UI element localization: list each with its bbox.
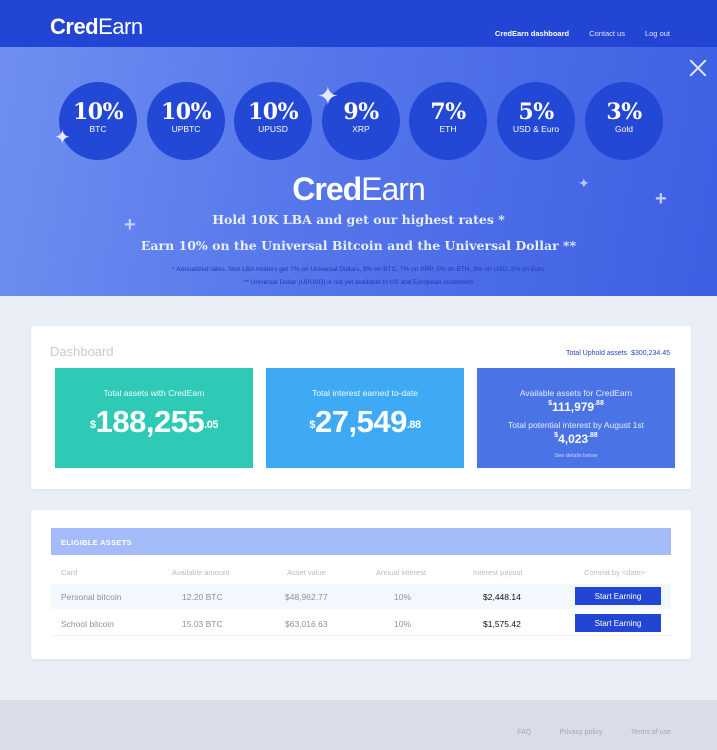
rate-percent: 10% [160, 99, 212, 125]
rate-percent: 10% [72, 99, 124, 125]
rate-circle-usd-euro: 5% USD & Euro [497, 82, 575, 160]
rate-asset: Gold [615, 124, 633, 134]
footer-link-terms[interactable]: Terms of use [631, 729, 671, 736]
rate-asset: ETH [439, 124, 457, 134]
column-header-commit-by: Commit by <date> [584, 568, 646, 577]
amount-cents: .88 [588, 432, 598, 439]
cell-payout: $2,448.14 [483, 592, 521, 602]
footer-link-faq[interactable]: FAQ [517, 729, 531, 736]
rate-circle-eth: 7% ETH [409, 82, 487, 160]
nav-link-dashboard[interactable]: CredEarn dashboard [495, 29, 569, 38]
top-nav: CredEarn CredEarn dashboard Contact us L… [0, 0, 717, 47]
footer-link-privacy[interactable]: Privacy policy [560, 729, 603, 736]
cell-interest: 10% [394, 619, 412, 629]
column-header-asset-value: Asset value [287, 568, 326, 577]
rate-percent: 7% [430, 99, 466, 125]
rate-percent: 10% [247, 99, 299, 125]
eligible-assets-title: ELIGIBLE ASSETS [61, 538, 132, 547]
close-icon[interactable] [689, 59, 707, 77]
page-title: Dashboard [50, 344, 114, 359]
total-uphold-assets: Total Uphold assets $300,234.45 [562, 350, 670, 357]
rate-asset: UPUSD [258, 124, 288, 134]
cell-card: School bitcoin [61, 619, 114, 629]
rate-asset: XRP [352, 124, 370, 134]
eligible-assets-card: ELIGIBLE ASSETS Card Available amount As… [31, 510, 691, 659]
available-assets-value: $111,979.88 [477, 400, 675, 414]
cell-card: Personal bitcoin [61, 592, 122, 602]
cell-value: $63,016.63 [285, 619, 328, 629]
amount-whole: 188,255 [95, 404, 205, 439]
hero-subheadline: Earn 10% on the Universal Bitcoin and th… [140, 238, 577, 253]
rate-circle-upusd: 10% UPUSD [234, 82, 312, 160]
total-uphold-value: $300,234.45 [631, 350, 670, 357]
promo-banner: 10% BTC 10% UPBTC 10% UPUSD 9% XRP 7% ET… [0, 47, 717, 296]
total-interest-box: Total interest earned to-date $27,549.88 [266, 368, 464, 468]
total-assets-label: Total assets with CredEarn [103, 388, 205, 398]
total-interest-label: Total interest earned to-date [312, 388, 418, 398]
rate-percent: 3% [606, 99, 642, 125]
total-assets-value: $188,255.05 [55, 404, 253, 440]
nav-link-contact[interactable]: Contact us [589, 29, 625, 38]
currency-symbol: $ [90, 419, 96, 431]
cell-amount: 15.03 BTC [182, 619, 223, 629]
nav-link-logout[interactable]: Log out [645, 29, 670, 38]
hero-footnote-1: * Annualized rates. Non-LBA holders get … [172, 266, 545, 273]
nav-links: CredEarn dashboard Contact us Log out [475, 29, 670, 38]
total-assets-box: Total assets with CredEarn $188,255.05 [55, 368, 253, 468]
total-interest-value: $27,549.88 [266, 404, 464, 440]
rate-circle-gold: 3% Gold [585, 82, 663, 160]
amount-whole: 4,023 [558, 432, 589, 446]
cell-interest: 10% [394, 592, 412, 602]
sparkle-icon: ✦ [54, 125, 71, 149]
footer-links: FAQ Privacy policy Terms of use [493, 721, 671, 739]
amount-cents: .88 [406, 419, 421, 431]
hero-logo: CredEarn [0, 171, 717, 208]
brand-earn: Earn [98, 14, 143, 39]
rate-asset: USD & Euro [512, 124, 560, 134]
column-header-interest-payout: Interest payout [473, 568, 523, 577]
rate-circle-upbtc: 10% UPBTC [147, 82, 225, 160]
dashboard-card: Dashboard Total Uphold assets $300,234.45… [31, 326, 691, 489]
hero-footnote-2: ** Universal Dollar (UPUSD) is not yet a… [243, 279, 474, 286]
amount-cents: .88 [594, 400, 604, 407]
table-row: Personal bitcoin 12.20 BTC $48,962.77 10… [51, 584, 671, 609]
table-row: School bitcoin 15.03 BTC $63,016.63 10% … [51, 611, 671, 636]
footer: FAQ Privacy policy Terms of use [0, 700, 717, 750]
available-assets-label: Available assets for CredEarn [519, 388, 633, 398]
hero-headline: Hold 10K LBA and get our highest rates * [212, 212, 505, 227]
cell-value: $48,962.77 [285, 592, 328, 602]
brand-cred: Cred [50, 14, 99, 39]
rate-percent: 5% [518, 99, 554, 125]
cell-payout: $1,575.42 [483, 619, 521, 629]
column-header-available-amount: Available amount [172, 568, 230, 577]
hero-logo-earn: Earn [361, 171, 426, 207]
hero-logo-cred: Cred [292, 171, 362, 207]
amount-whole: 27,549 [315, 404, 407, 439]
available-assets-box: Available assets for CredEarn $111,979.8… [477, 368, 675, 468]
cell-amount: 12.20 BTC [182, 592, 223, 602]
total-uphold-label: Total Uphold assets [565, 350, 628, 357]
amount-cents: .05 [204, 419, 218, 431]
eligible-assets-header: ELIGIBLE ASSETS [51, 528, 671, 555]
see-details-link[interactable]: See details below [477, 453, 675, 459]
column-header-annual-interest: Annual interest [376, 568, 427, 577]
start-earning-button[interactable]: Start Earning [575, 587, 661, 605]
sparkle-icon: ✦ [317, 82, 339, 112]
potential-interest-value: $4,023.88 [477, 432, 675, 446]
rate-asset: UPBTC [171, 124, 201, 134]
column-header-card: Card [61, 568, 78, 577]
potential-interest-label: Total potential interest by August 1st [507, 420, 645, 430]
amount-whole: 111,979 [552, 400, 595, 414]
currency-symbol: $ [309, 419, 315, 431]
start-earning-button[interactable]: Start Earning [575, 614, 661, 632]
brand-logo[interactable]: CredEarn [50, 14, 143, 40]
